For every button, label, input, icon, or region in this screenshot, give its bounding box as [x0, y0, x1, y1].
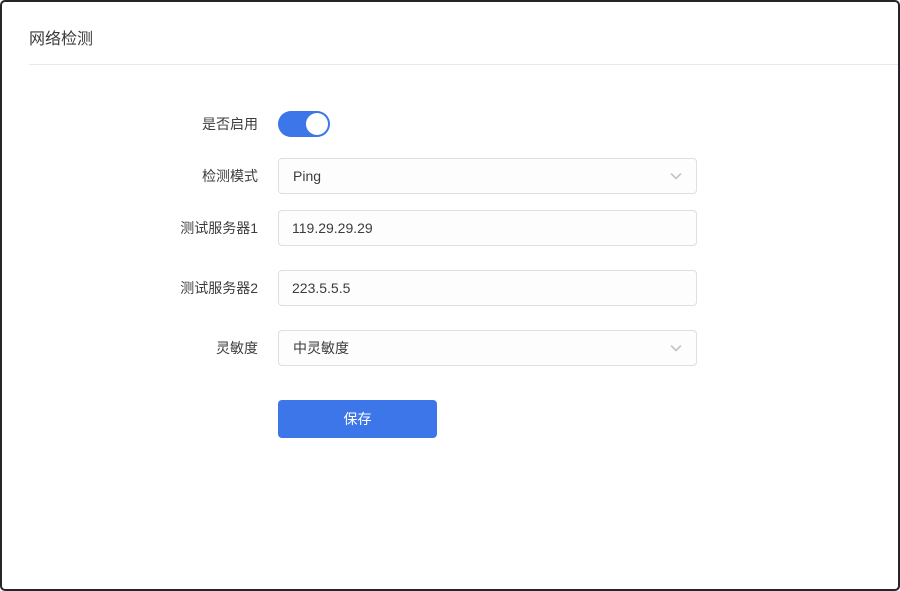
page-header: 网络检测: [2, 2, 898, 64]
sensitivity-label: 灵敏度: [216, 340, 258, 356]
sensitivity-control: 中灵敏度: [278, 330, 697, 366]
sensitivity-select[interactable]: 中灵敏度: [278, 330, 697, 366]
mode-select-value: Ping: [293, 168, 322, 184]
sensitivity-select-value: 中灵敏度: [293, 340, 349, 356]
mode-select[interactable]: Ping: [278, 158, 697, 194]
form-row-server1: 测试服务器1: [2, 210, 898, 246]
mode-label: 检测模式: [202, 168, 258, 184]
toggle-knob: [306, 113, 328, 135]
network-detection-form: 是否启用 检测模式 Ping 测试服务器1 119.29.29.29 测试服务器…: [2, 65, 898, 438]
server2-input[interactable]: [278, 270, 697, 306]
save-button[interactable]: 保存: [278, 400, 437, 438]
chevron-down-icon: [669, 169, 683, 183]
enable-label: 是否启用: [202, 116, 258, 132]
server2-label: 测试服务器2: [180, 280, 258, 296]
server1-control: [278, 210, 697, 246]
mode-control: Ping: [278, 158, 697, 194]
form-row-mode: 检测模式 Ping: [2, 158, 898, 194]
form-row-sensitivity: 灵敏度 中灵敏度: [2, 330, 898, 366]
server2-control: [278, 270, 697, 306]
enable-control: [278, 111, 330, 137]
form-row-enable: 是否启用: [2, 111, 898, 137]
form-row-server2: 测试服务器2: [2, 270, 898, 306]
page-title: 网络检测: [29, 31, 94, 48]
enable-toggle[interactable]: [278, 111, 330, 137]
server1-input[interactable]: [278, 210, 697, 246]
server1-label: 测试服务器1: [180, 220, 258, 236]
network-detection-page: 网络检测 是否启用 检测模式 Ping 测试服务器1 119.29.29.29 …: [0, 0, 900, 591]
chevron-down-icon: [669, 341, 683, 355]
